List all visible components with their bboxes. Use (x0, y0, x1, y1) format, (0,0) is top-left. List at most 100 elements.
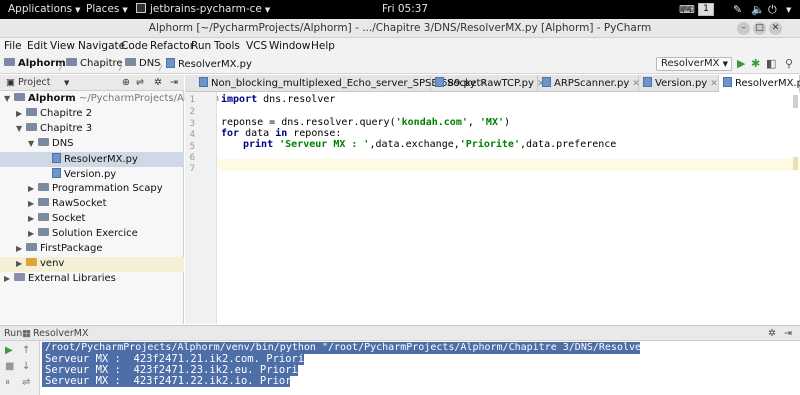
volume-icon[interactable]: 🔈 (751, 3, 765, 16)
tree-item-solution-exercice[interactable]: ▶ Solution Exercice (0, 227, 184, 242)
keyboard-icon[interactable]: ⌨ (679, 3, 695, 16)
chevron-down-icon[interactable]: ▼ (786, 6, 791, 14)
close-icon[interactable]: ✕ (769, 22, 782, 35)
tree-item-rawsocket[interactable]: ▶ RawSocket (0, 197, 184, 212)
scroll-down-icon[interactable]: ↓ (22, 362, 30, 372)
tree-item-firstpackage[interactable]: ▶ FirstPackage (0, 242, 184, 257)
stop-icon[interactable]: ■ (5, 362, 14, 372)
code-keyword: in (275, 128, 288, 139)
expand-arrow-icon[interactable]: ▼ (28, 139, 34, 148)
close-icon[interactable]: ✕ (710, 79, 718, 89)
menu-tools[interactable]: Tools (214, 40, 240, 52)
coverage-icon[interactable]: ◧ (766, 58, 776, 69)
code-keyword: print (243, 139, 274, 150)
code-line-4[interactable]: for data in reponse: (221, 128, 341, 139)
expand-arrow-icon[interactable]: ▶ (28, 199, 34, 208)
tree-item-venv[interactable]: ▶ venv (0, 257, 184, 272)
expand-arrow-icon[interactable]: ▶ (16, 109, 22, 118)
tree-item-chapitre-3[interactable]: ▼ Chapitre 3 (0, 122, 184, 137)
power-icon[interactable]: ⏻ (768, 3, 777, 17)
hide-icon[interactable]: ⇥ (170, 77, 178, 88)
folder-icon (38, 228, 49, 236)
run-config-select[interactable]: ResolverMX ▼ (656, 57, 732, 71)
search-icon[interactable]: ⚲ (785, 58, 793, 69)
menu-file[interactable]: File (4, 40, 22, 52)
code-line-5[interactable]: print 'Serveur MX : ',data.exchange,'Pri… (243, 139, 616, 150)
code-line-1[interactable]: import dns.resolver (221, 94, 335, 105)
tree-item-dns[interactable]: ▼ DNS (0, 137, 184, 152)
active-app-menu[interactable]: jetbrains-pycharm-ce ▼ (136, 3, 270, 15)
debug-icon[interactable]: ✱ (751, 58, 760, 69)
expand-arrow-icon[interactable]: ▼ (4, 94, 10, 103)
menu-refactor[interactable]: Refactor (150, 40, 194, 52)
menu-window[interactable]: Window (269, 40, 310, 52)
scroll-marker[interactable] (793, 157, 798, 170)
python-file-icon (199, 77, 208, 87)
run-config-tab[interactable]: ResolverMX (33, 328, 89, 339)
tree-item-chapitre-2[interactable]: ▶ Chapitre 2 (0, 107, 184, 122)
tab-version[interactable]: Version.py ✕ (639, 75, 719, 92)
run-icon[interactable]: ▶ (737, 58, 745, 69)
scroll-marker[interactable] (793, 95, 798, 108)
maximize-icon[interactable]: □ (753, 22, 766, 35)
expand-arrow-icon[interactable]: ▶ (16, 244, 22, 253)
hide-icon[interactable]: ⇥ (784, 328, 792, 339)
gear-icon[interactable]: ✲ (154, 77, 162, 88)
expand-arrow-icon[interactable]: ▶ (28, 214, 34, 223)
folder-icon (26, 108, 37, 116)
line-number: 5 (189, 142, 195, 152)
pause-icon[interactable]: ⏸ (5, 378, 10, 388)
expand-arrow-icon[interactable]: ▶ (28, 184, 34, 193)
tree-item-label: Alphorm (28, 93, 76, 104)
tree-item-version[interactable]: Version.py (0, 167, 184, 182)
code-text: ,data.preference (519, 139, 617, 150)
window-title-bar: Alphorm [~/PycharmProjects/Alphorm] - ..… (0, 19, 800, 38)
minimize-icon[interactable]: – (737, 22, 750, 35)
tree-item-content: DNS (38, 138, 74, 149)
tree-item-programmation-scapy[interactable]: ▶ Programmation Scapy (0, 182, 184, 197)
tab-label: ARPScanner.py (554, 78, 630, 89)
expand-arrow-icon[interactable]: ▶ (28, 229, 34, 238)
menu-edit[interactable]: Edit (27, 40, 47, 52)
menu-navigate[interactable]: Navigate (78, 40, 125, 52)
tab-socketrawtcp[interactable]: SocketRawTCP.py ✕ (431, 75, 544, 92)
line-number: 1 (189, 95, 195, 105)
editor-tabs: Non_blocking_multiplexed_Echo_server_SPS… (185, 75, 800, 92)
breadcrumb-file[interactable]: ResolverMX.py (166, 58, 252, 70)
expand-arrow-icon[interactable]: ▼ (16, 124, 22, 133)
collapse-icon[interactable]: ⇌ (136, 77, 144, 88)
tab-non-blocking-echo-server[interactable]: Non_blocking_multiplexed_Echo_server_SPS… (195, 75, 486, 92)
locate-icon[interactable]: ⊕ (122, 77, 130, 88)
rerun-icon[interactable]: ▶ (5, 346, 13, 356)
tree-item-content: Version.py (52, 168, 116, 180)
tree-item-alphorm[interactable]: ▼ Alphorm ~/PycharmProjects/Alphorm (0, 92, 219, 107)
breadcrumb-alphorm[interactable]: Alphorm (4, 58, 66, 69)
applications-menu[interactable]: Applications ▼ (8, 3, 81, 15)
accessibility-icon[interactable]: ✎ (733, 3, 742, 16)
expand-arrow-icon[interactable]: ▶ (4, 274, 10, 283)
chevron-down-icon[interactable]: ▼ (64, 79, 69, 87)
menu-help[interactable]: Help (311, 40, 335, 52)
menu-view[interactable]: View (50, 40, 75, 52)
tree-item-resolvermx[interactable]: ResolverMX.py (0, 152, 184, 167)
menu-vcs[interactable]: VCS (246, 40, 267, 52)
menu-run[interactable]: Run (191, 40, 211, 52)
workspace-indicator[interactable]: 1 (698, 3, 714, 16)
expand-arrow-icon[interactable]: ▶ (16, 259, 22, 268)
breadcrumb-dns[interactable]: DNS (125, 58, 161, 69)
tree-item-external-libraries[interactable]: ▶ External Libraries (0, 272, 184, 287)
clock[interactable]: Fri 05:37 (382, 3, 428, 15)
project-view-select[interactable]: Project (18, 77, 51, 88)
tab-arpscanner[interactable]: ARPScanner.py ✕ (538, 75, 640, 92)
tree-item-socket[interactable]: ▶ Socket (0, 212, 184, 227)
scroll-up-icon[interactable]: ↑ (22, 346, 30, 356)
code-line-3[interactable]: reponse = dns.resolver.query('kondah.com… (221, 117, 510, 128)
soft-wrap-icon[interactable]: ⇌ (22, 378, 30, 388)
menu-code[interactable]: Code (121, 40, 148, 52)
tree-item-content: Socket (38, 213, 85, 224)
tab-resolvermx[interactable]: ResolverMX.py (719, 75, 800, 92)
places-menu[interactable]: Places ▼ (86, 3, 128, 15)
code-text: ,data.exchange, (369, 139, 460, 150)
chevron-down-icon: ▼ (722, 60, 728, 68)
gear-icon[interactable]: ✲ (768, 328, 776, 339)
